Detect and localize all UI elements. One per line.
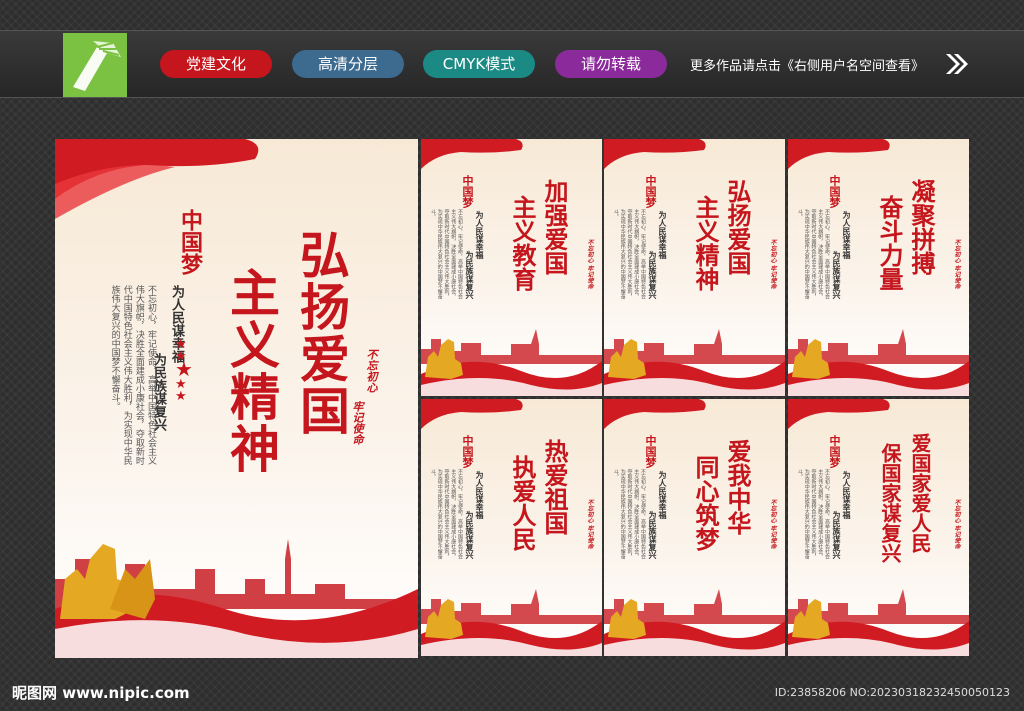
main-title-col2: 主义精神 (222, 267, 281, 475)
site-logo (63, 33, 127, 97)
poster-slogan-col2: 为民族谋复兴 (832, 251, 842, 299)
china-dream-logo: 中国梦 (461, 435, 474, 468)
footer-id: ID:23858206 NO:20230318232450050123 (774, 686, 1010, 699)
poster-seal: 不忘初心 牢记使命 (769, 499, 776, 550)
poster-slogan-col2: 为民族谋复兴 (648, 511, 658, 559)
small-poster: 中国梦 弘扬爱国 主义精神 为人民谋幸福 为民族谋复兴 不忘初心，牢记使命，高举… (604, 139, 785, 396)
poster-title-col2: 执爱人民 (508, 455, 537, 551)
poster-seal: 不忘初心 牢记使命 (953, 499, 960, 550)
poster-seal: 不忘初心 牢记使命 (586, 499, 593, 550)
poster-title-col1: 凝聚拼搏 (907, 179, 936, 275)
small-poster: 中国梦 凝聚拼搏 奋斗力量 为人民谋幸福 为民族谋复兴 不忘初心，牢记使命，高举… (788, 139, 969, 396)
poster-slogan-col1: 为人民谋幸福 (475, 211, 485, 259)
poster-body-text: 不忘初心，牢记使命，高举中国特色社会主义伟大旗帜，决胜全面建成小康社会，夺取新时… (613, 469, 646, 559)
main-body-text: 不忘初心，牢记使命，高举中国特色社会主义伟大旗帜，决胜全面建成小康社会，夺取新时… (109, 285, 156, 465)
small-poster: 中国梦 加强爱国 主义教育 为人民谋幸福 为民族谋复兴 不忘初心，牢记使命，高举… (421, 139, 602, 396)
tag-party-culture[interactable]: 党建文化 (160, 50, 272, 78)
poster-slogan-col1: 为人民谋幸福 (842, 211, 852, 259)
header-note[interactable]: 更多作品请点击《右侧用户名空间查看》 (690, 55, 924, 74)
small-poster: 中国梦 热爱祖国 执爱人民 为人民谋幸福 为民族谋复兴 不忘初心，牢记使命，高举… (421, 399, 602, 656)
poster-slogan-col1: 为人民谋幸福 (658, 211, 668, 259)
china-dream-logo: 中国梦 (644, 435, 657, 468)
poster-title-col1: 弘扬爱国 (723, 179, 752, 275)
main-title-col1: 弘扬爱国 (292, 229, 351, 437)
small-poster: 中国梦 爱国家爱人民 保国家谋复兴 为人民谋幸福 为民族谋复兴 不忘初心，牢记使… (788, 399, 969, 656)
poster-title-col1: 热爱祖国 (540, 439, 569, 535)
star-icon: ★ ★ ★ ★ ★ (175, 337, 193, 404)
tag-hd-layers[interactable]: 高清分层 (292, 50, 404, 78)
poster-body-text: 不忘初心，牢记使命，高举中国特色社会主义伟大旗帜，决胜全面建成小康社会，夺取新时… (613, 209, 646, 299)
poster-body-text: 不忘初心，牢记使命，高举中国特色社会主义伟大旗帜，决胜全面建成小康社会，夺取新时… (430, 469, 463, 559)
poster-title-col2: 同心筑梦 (691, 455, 720, 551)
poster-title-col2: 奋斗力量 (875, 195, 904, 291)
poster-seal: 不忘初心 牢记使命 (953, 239, 960, 290)
china-dream-logo: 中国梦 (828, 435, 841, 468)
poster-slogan-col2: 为民族谋复兴 (648, 251, 658, 299)
small-poster: 中国梦 爱我中华 同心筑梦 为人民谋幸福 为民族谋复兴 不忘初心，牢记使命，高举… (604, 399, 785, 656)
pen-logo-icon (73, 41, 121, 91)
poster-title-col1: 爱国家爱人民 (908, 433, 932, 553)
poster-slogan-col1: 为人民谋幸福 (842, 471, 852, 519)
poster-title-col2: 主义精神 (691, 195, 720, 291)
poster-slogan-col2: 为民族谋复兴 (832, 511, 842, 559)
china-dream-logo: 中国梦 (177, 209, 202, 275)
poster-title-col2: 主义教育 (508, 195, 537, 291)
poster-title-col2: 保国家谋复兴 (878, 443, 902, 563)
poster-slogan-col2: 为民族谋复兴 (465, 251, 475, 299)
poster-body-text: 不忘初心，牢记使命，高举中国特色社会主义伟大旗帜，决胜全面建成小康社会，夺取新时… (797, 209, 830, 299)
main-seal-col1: 不忘初心 (365, 349, 378, 393)
double-arrow-icon[interactable] (944, 52, 970, 80)
china-dream-logo: 中国梦 (644, 175, 657, 208)
china-dream-logo: 中国梦 (828, 175, 841, 208)
poster-title-col1: 加强爱国 (540, 179, 569, 275)
poster-slogan-col2: 为民族谋复兴 (465, 511, 475, 559)
poster-slogan-col1: 为人民谋幸福 (658, 471, 668, 519)
tag-no-repost[interactable]: 请勿转载 (555, 50, 667, 78)
poster-seal: 不忘初心 牢记使命 (586, 239, 593, 290)
poster-title-col1: 爱我中华 (723, 439, 752, 535)
footer-site[interactable]: 昵图网 www.nipic.com (12, 682, 190, 703)
main-seal-col2: 牢记使命 (351, 401, 364, 445)
china-dream-logo: 中国梦 (461, 175, 474, 208)
poster-body-text: 不忘初心，牢记使命，高举中国特色社会主义伟大旗帜，决胜全面建成小康社会，夺取新时… (797, 469, 830, 559)
main-poster: 中国梦 弘扬爱国 主义精神 为人民谋幸福 为民族谋复兴 ★ ★ ★ ★ ★ 不忘初心，牢… (55, 139, 418, 658)
tag-cmyk[interactable]: CMYK模式 (423, 50, 535, 78)
poster-body-text: 不忘初心，牢记使命，高举中国特色社会主义伟大旗帜，决胜全面建成小康社会，夺取新时… (430, 209, 463, 299)
poster-slogan-col1: 为人民谋幸福 (475, 471, 485, 519)
poster-seal: 不忘初心 牢记使命 (769, 239, 776, 290)
